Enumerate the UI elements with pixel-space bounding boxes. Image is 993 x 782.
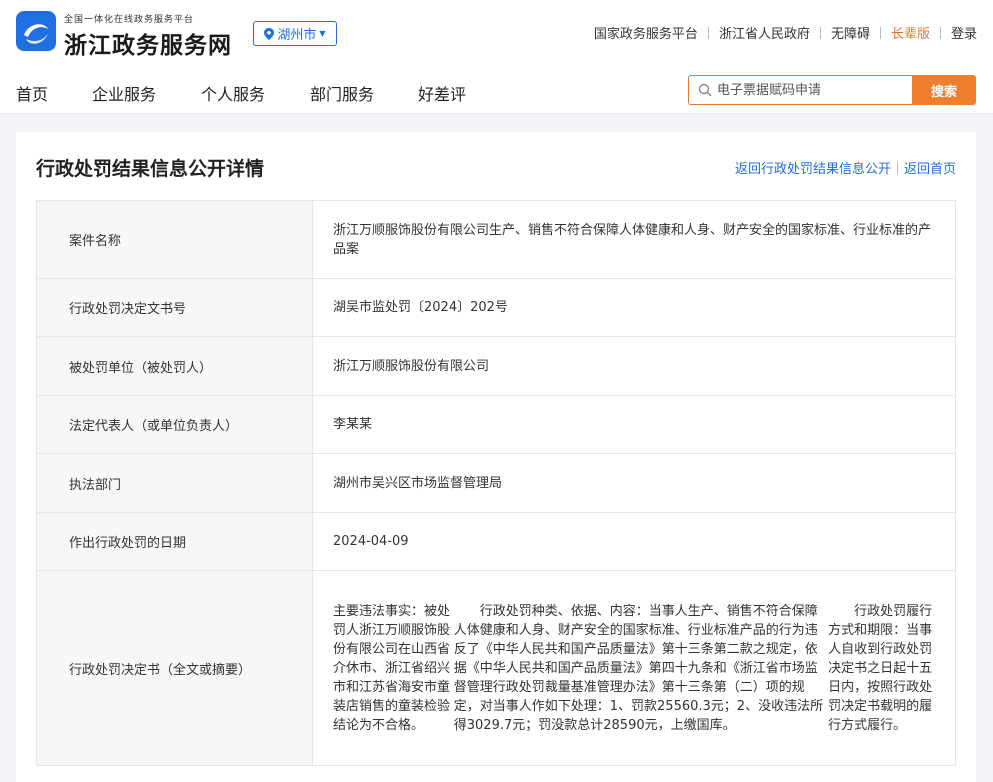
table-row: 法定代表人（或单位负责人） 李某某 bbox=[37, 396, 955, 454]
row-label: 被处罚单位（被处罚人） bbox=[37, 337, 313, 395]
summary-fulfillment: 行政处罚履行方式和期限：当事人自收到行政处罚决定书之日起十五日内，按照行政处罚决… bbox=[828, 603, 933, 733]
table-row: 执法部门 湖州市吴兴区市场监督管理局 bbox=[37, 454, 955, 513]
nav-personal-services[interactable]: 个人服务 bbox=[201, 81, 265, 105]
brand-title[interactable]: 浙江政务服务网 bbox=[64, 26, 232, 60]
search-button[interactable]: 搜索 bbox=[912, 75, 976, 105]
row-value: 湖州市吴兴区市场监督管理局 bbox=[333, 475, 503, 491]
row-value: 2024-04-09 bbox=[333, 534, 409, 549]
summary-facts: 主要违法事实：被处罚人浙江万顺服饰股份有限公司在山西省介休市、浙江省绍兴市和江苏… bbox=[333, 603, 451, 733]
row-label: 执法部门 bbox=[37, 454, 313, 512]
table-row: 行政处罚决定文书号 湖吴市监处罚〔2024〕202号 bbox=[37, 279, 955, 337]
row-value: 浙江万顺服饰股份有限公司生产、销售不符合保障人体健康和人身、财产安全的国家标准、… bbox=[333, 222, 932, 257]
link-national-platform[interactable]: 国家政务服务平台 bbox=[594, 23, 698, 42]
link-elder-version[interactable]: 长辈版 bbox=[891, 23, 930, 42]
page-title: 行政处罚结果信息公开详情 bbox=[36, 158, 265, 180]
city-selector[interactable]: 湖州市 ▼ bbox=[253, 21, 337, 46]
divider bbox=[819, 26, 821, 39]
detail-table: 案件名称 浙江万顺服饰股份有限公司生产、销售不符合保障人体健康和人身、财产安全的… bbox=[36, 200, 956, 766]
search-input[interactable] bbox=[717, 76, 909, 104]
table-row: 案件名称 浙江万顺服饰股份有限公司生产、销售不符合保障人体健康和人身、财产安全的… bbox=[37, 201, 955, 279]
location-pin-icon bbox=[264, 27, 275, 40]
top-links: 国家政务服务平台 浙江省人民政府 无障碍 长辈版 登录 bbox=[594, 23, 977, 42]
link-login[interactable]: 登录 bbox=[951, 23, 977, 42]
decision-summary: 主要违法事实：被处罚人浙江万顺服饰股份有限公司在山西省介休市、浙江省绍兴市和江苏… bbox=[313, 571, 955, 765]
link-zhejiang-government[interactable]: 浙江省人民政府 bbox=[719, 23, 810, 42]
table-row: 作出行政处罚的日期 2024-04-09 bbox=[37, 513, 955, 571]
row-label: 法定代表人（或单位负责人） bbox=[37, 396, 313, 453]
nav-feedback[interactable]: 好差评 bbox=[418, 81, 466, 105]
table-row: 行政处罚决定书（全文或摘要） 主要违法事实：被处罚人浙江万顺服饰股份有限公司在山… bbox=[37, 571, 955, 765]
top-header: 全国一体化在线政务服务平台 浙江政务服务网 湖州市 ▼ 国家政务服务平台 浙江省… bbox=[0, 0, 993, 64]
row-value: 湖吴市监处罚〔2024〕202号 bbox=[333, 300, 508, 315]
panel-links: 返回行政处罚结果信息公开 返回首页 bbox=[735, 158, 956, 177]
search-bar: 搜索 bbox=[688, 75, 976, 105]
divider bbox=[879, 26, 881, 39]
detail-panel: 行政处罚结果信息公开详情 返回行政处罚结果信息公开 返回首页 案件名称 浙江万顺… bbox=[16, 132, 976, 782]
row-value: 浙江万顺服饰股份有限公司 bbox=[333, 358, 490, 374]
brand-subtitle: 全国一体化在线政务服务平台 bbox=[64, 15, 195, 25]
caret-down-icon: ▼ bbox=[319, 29, 326, 38]
row-label: 行政处罚决定文书号 bbox=[37, 279, 313, 336]
nav-enterprise-services[interactable]: 企业服务 bbox=[92, 81, 156, 105]
nav-home[interactable]: 首页 bbox=[16, 81, 48, 105]
row-value: 李某某 bbox=[333, 417, 373, 432]
row-label: 案件名称 bbox=[37, 201, 313, 278]
row-label: 行政处罚决定书（全文或摘要） bbox=[37, 571, 313, 765]
divider bbox=[707, 26, 709, 39]
divider bbox=[939, 26, 941, 39]
link-accessibility[interactable]: 无障碍 bbox=[831, 23, 870, 42]
city-name: 湖州市 bbox=[277, 28, 317, 43]
summary-penalty: 行政处罚种类、依据、内容：当事人生产、销售不符合保障人体健康和人身、财产安全的国… bbox=[453, 603, 824, 733]
row-label: 作出行政处罚的日期 bbox=[37, 513, 313, 570]
search-box bbox=[688, 75, 912, 105]
site-logo-icon[interactable] bbox=[16, 11, 56, 51]
divider bbox=[896, 161, 898, 174]
search-icon bbox=[698, 83, 712, 97]
back-to-home-link[interactable]: 返回首页 bbox=[904, 158, 956, 177]
table-row: 被处罚单位（被处罚人） 浙江万顺服饰股份有限公司 bbox=[37, 337, 955, 396]
nav-department-services[interactable]: 部门服务 bbox=[310, 81, 374, 105]
back-to-list-link[interactable]: 返回行政处罚结果信息公开 bbox=[735, 158, 891, 177]
